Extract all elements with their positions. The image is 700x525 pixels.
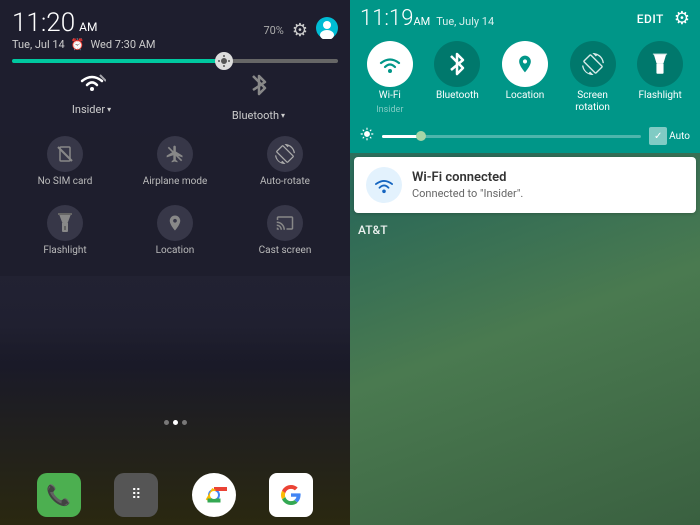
auto-rotate-toggle[interactable]: Auto-rotate [232,130,338,193]
chrome-icon[interactable] [192,473,236,517]
tile-bluetooth[interactable]: Bluetooth [430,41,484,115]
flashlight-tile-icon [637,41,683,87]
left-time-ampm: AM [79,20,97,34]
auto-check-icon: ✓ [649,127,667,145]
right-notification-shade: 11:19 AM Tue, July 14 EDIT ⚙ W [350,0,700,243]
wifi-icon [78,71,106,99]
notif-title: Wi-Fi connected [412,170,523,185]
bluetooth-tile-label: Bluetooth [436,90,479,102]
right-header-actions: EDIT ⚙ [637,8,690,29]
left-time-display: 11:20 [12,10,75,36]
brightness-slider[interactable] [12,59,338,63]
left-dock-area: 📞 ⠿ [0,395,350,525]
apps-grid-icon[interactable]: ⠿ [114,473,158,517]
location-toggle[interactable]: Location [122,199,228,262]
auto-label: Auto [669,131,690,142]
flashlight-tile-label: Flashlight [639,90,682,102]
tile-screen-rotation[interactable]: Screen rotation [566,41,620,115]
no-sim-label: No SIM card [38,176,93,187]
right-time-display: 11:19 [360,6,413,31]
left-panel: 11:20 AM Tue, Jul 14 ⏰ Wed 7:30 AM 70% ⚙ [0,0,350,525]
bluetooth-tile-icon [434,41,480,87]
auto-rotate-icon [267,136,303,172]
phone-app-icon[interactable]: 📞 [37,473,81,517]
left-alarm-icon: ⏰ [71,38,85,51]
airplane-label: Airplane mode [143,176,208,187]
cast-screen-icon [267,205,303,241]
flashlight-label: Flashlight [43,245,86,256]
cast-screen-toggle[interactable]: Cast screen [232,199,338,262]
page-dot-active [173,420,178,425]
left-time-block: 11:20 AM Tue, Jul 14 ⏰ Wed 7:30 AM [12,10,156,51]
notif-subtitle: Connected to "Insider". [412,187,523,200]
right-time-block: 11:19 AM Tue, July 14 [360,6,494,31]
page-dot [182,420,187,425]
bluetooth-label: Bluetooth ▾ [232,109,285,122]
left-date-row: Tue, Jul 14 ⏰ Wed 7:30 AM [12,38,156,51]
wifi-tile-sublabel: Insider [376,105,403,115]
screen-rotation-tile-label: Screen rotation [575,90,610,114]
edit-button[interactable]: EDIT [637,12,664,26]
more-toggles-row2: Flashlight Location Cast screen [12,199,338,262]
airplane-icon [157,136,193,172]
auto-rotate-label: Auto-rotate [260,176,310,187]
tile-wifi[interactable]: Wi-Fi Insider [363,41,417,115]
left-header: 11:20 AM Tue, Jul 14 ⏰ Wed 7:30 AM 70% ⚙ [12,10,338,51]
left-status-icons: 70% ⚙ [263,17,338,45]
quick-toggles: Insider ▾ Bluetooth ▾ [12,71,338,122]
google-icon[interactable] [269,473,313,517]
no-sim-toggle[interactable]: No SIM card [12,130,118,193]
left-battery-text: 70% [263,24,283,37]
wifi-tile-label: Wi-Fi [379,90,401,102]
right-time-ampm: AM [413,15,430,28]
brightness-row[interactable] [12,59,338,63]
right-brightness-row[interactable]: ✓ Auto [350,123,700,153]
brightness-slider-right[interactable] [382,135,641,138]
no-sim-icon [47,136,83,172]
settings-icon-right[interactable]: ⚙ [674,8,690,29]
brightness-thumb[interactable] [215,52,233,70]
brightness-slider-thumb [416,131,426,141]
wifi-notif-text: Wi-Fi connected Connected to "Insider". [412,170,523,200]
cast-screen-label: Cast screen [259,245,312,256]
wifi-notif-icon [366,167,402,203]
wifi-arrow: ▾ [107,105,111,114]
flashlight-icon [47,205,83,241]
wifi-tile-icon [367,41,413,87]
bluetooth-icon [248,71,270,105]
left-alarm-time: Wed 7:30 AM [90,38,155,51]
right-header: 11:19 AM Tue, July 14 EDIT ⚙ [350,0,700,35]
auto-brightness-toggle[interactable]: ✓ Auto [649,127,690,145]
right-date-text: Tue, July 14 [436,15,494,28]
right-panel: 11:19 AM Tue, July 14 EDIT ⚙ W [350,0,700,525]
tile-flashlight[interactable]: Flashlight [633,41,687,115]
location-icon [157,205,193,241]
location-tile-label: Location [506,90,545,102]
flashlight-toggle[interactable]: Flashlight [12,199,118,262]
location-tile-icon [502,41,548,87]
bluetooth-arrow: ▾ [281,111,285,120]
dock-icons: 📞 ⠿ [0,473,350,517]
airplane-toggle[interactable]: Airplane mode [122,130,228,193]
tile-location[interactable]: Location [498,41,552,115]
page-dot [164,420,169,425]
location-label: Location [156,245,195,256]
brightness-icon-right [360,127,374,145]
left-notification-shade: 11:20 AM Tue, Jul 14 ⏰ Wed 7:30 AM 70% ⚙ [0,0,350,276]
page-dots [0,420,350,425]
carrier-label: AT&T [350,217,700,243]
screen-rotation-tile-icon [570,41,616,87]
account-icon[interactable] [316,17,338,45]
wifi-label: Insider ▾ [72,103,111,116]
right-quick-tiles: Wi-Fi Insider Bluetooth Lo [350,35,700,123]
bluetooth-toggle[interactable]: Bluetooth ▾ [179,71,338,122]
settings-icon[interactable]: ⚙ [292,20,308,41]
wifi-notification-card[interactable]: Wi-Fi connected Connected to "Insider". [354,157,696,213]
wifi-toggle[interactable]: Insider ▾ [12,71,171,122]
more-toggles-row1: No SIM card Airplane mode Auto-rotate [12,130,338,193]
left-date-text: Tue, Jul 14 [12,38,65,51]
